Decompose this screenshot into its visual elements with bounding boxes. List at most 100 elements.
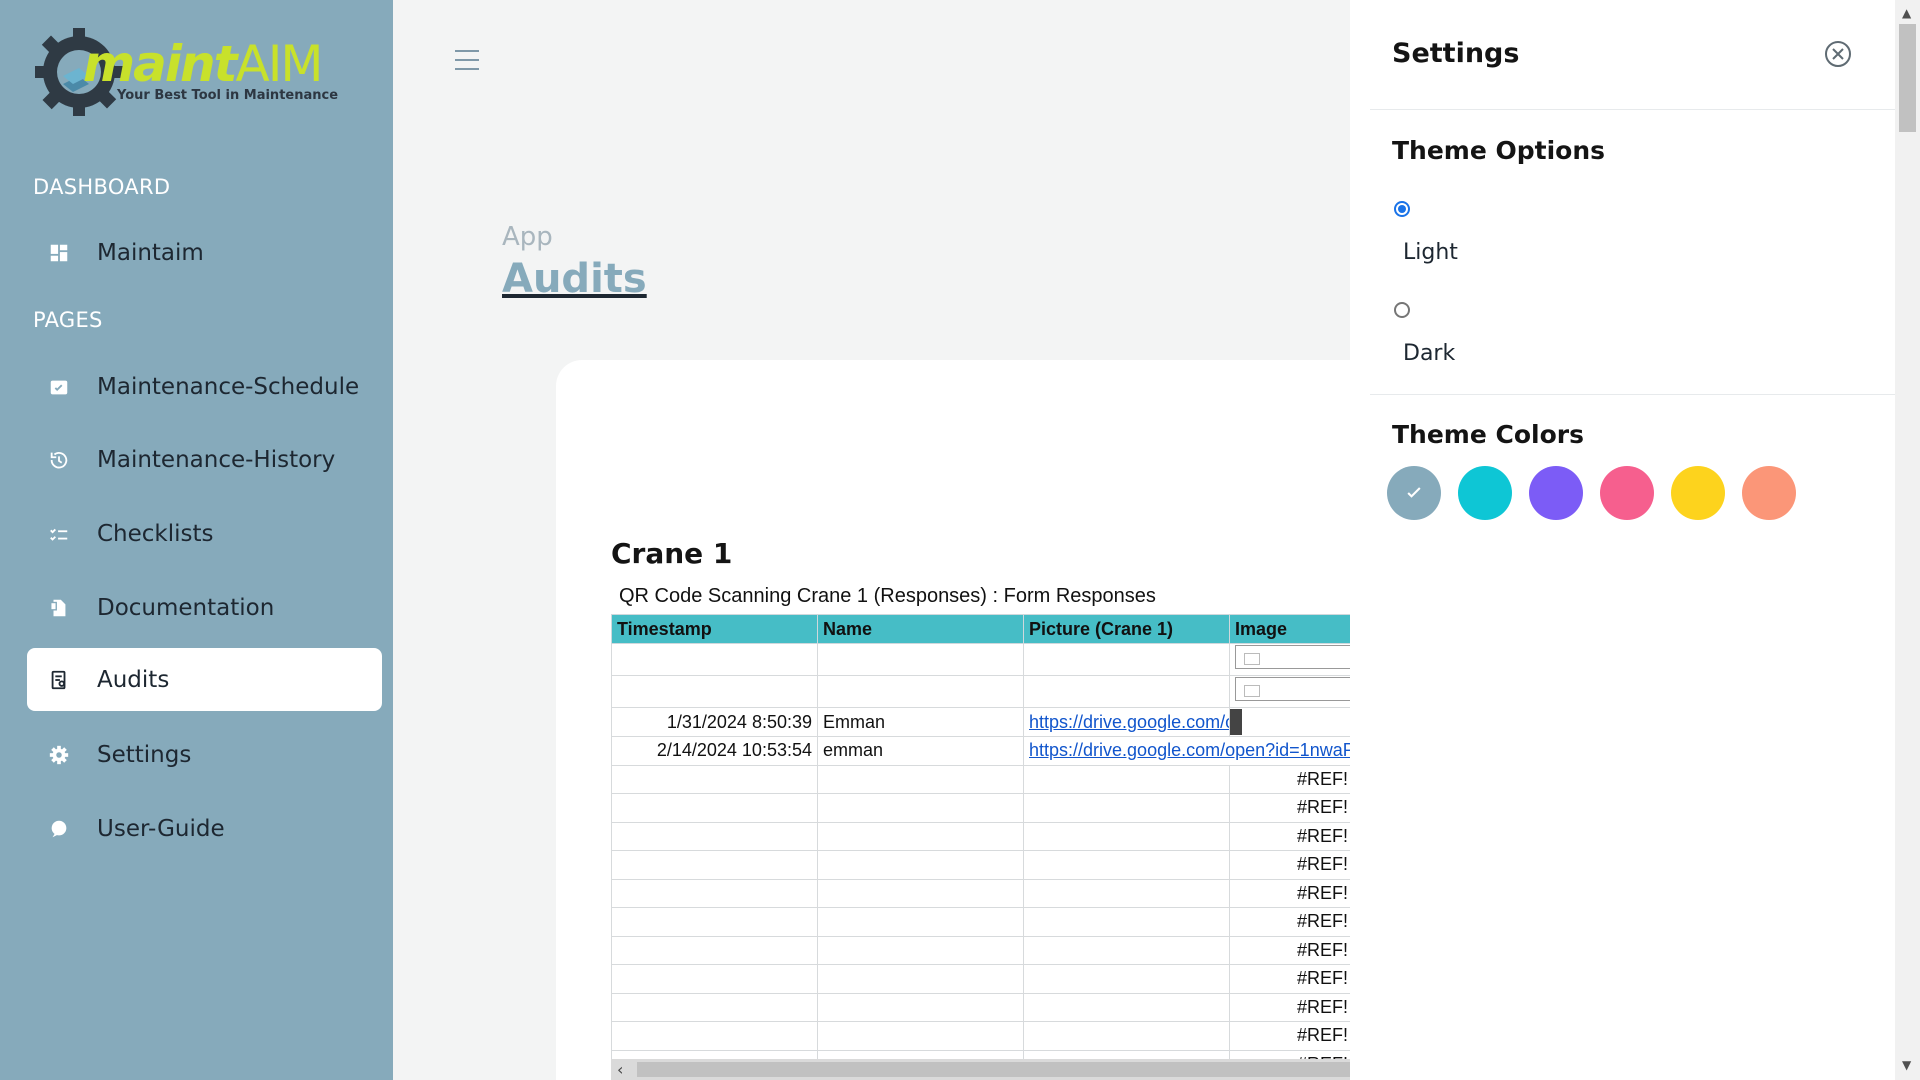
document-icon (47, 596, 71, 620)
image-thumbnail[interactable] (1230, 709, 1242, 735)
embedded-spreadsheet[interactable]: QR Code Scanning Crane 1 (Responses) : F… (611, 580, 1350, 1080)
cell-image (1229, 707, 1350, 737)
broken-image-icon (1235, 677, 1350, 701)
empty-cell (817, 821, 1024, 851)
theme-dark-radio[interactable] (1394, 302, 1410, 318)
empty-cell (1023, 821, 1230, 851)
section-heading: Crane 1 (611, 537, 733, 570)
column-header: Timestamp (611, 614, 818, 644)
empty-cell (1023, 878, 1230, 908)
chat-icon (47, 817, 71, 841)
sidebar-item-audits[interactable]: Audits (27, 648, 382, 711)
settings-panel: Settings Theme Options Light Dark Theme … (1350, 0, 1895, 1080)
cell-picture (1023, 643, 1230, 676)
cell-ref-error: #REF! (1229, 878, 1350, 908)
theme-light-radio[interactable] (1394, 201, 1410, 217)
sidebar-item-label: Documentation (97, 594, 275, 621)
sidebar-item-user-guide[interactable]: User-Guide (27, 797, 382, 860)
cell-picture: https://drive.google.com/open?id= (1023, 707, 1230, 737)
table-row: #REF! (611, 850, 1350, 880)
cell-timestamp: 1/31/2024 8:50:39 (611, 707, 818, 737)
sidebar-item-documentation[interactable]: Documentation (27, 576, 382, 639)
theme-color-swatch[interactable] (1458, 466, 1512, 520)
cell-image (1229, 643, 1350, 676)
scroll-up-icon[interactable]: ▲ (1902, 6, 1911, 20)
cell-ref-error: #REF! (1229, 992, 1350, 1022)
cell-name (817, 643, 1024, 676)
empty-cell (611, 907, 818, 937)
sidebar-item-maintaim[interactable]: Maintaim (27, 221, 382, 284)
scroll-down-icon[interactable]: ▼ (1902, 1058, 1911, 1072)
responses-table: Timestamp Name Picture (Crane 1) Image 1… (611, 614, 1350, 1079)
empty-cell (611, 821, 818, 851)
cell-timestamp (611, 675, 818, 708)
table-row: 2/14/2024 10:53:54 emman https://drive.g… (611, 736, 1350, 766)
theme-color-swatch[interactable] (1742, 466, 1796, 520)
sidebar-item-label: Maintenance-Schedule (97, 373, 360, 400)
table-row: #REF! (611, 992, 1350, 1022)
drive-link[interactable]: https://drive.google.com/open?id= (1029, 712, 1229, 732)
check-icon (1407, 487, 1421, 498)
sheet-caption: QR Code Scanning Crane 1 (Responses) : F… (619, 585, 1156, 607)
sidebar-item-maintenance-schedule[interactable]: Maintenance-Schedule (27, 355, 382, 418)
empty-cell (1023, 907, 1230, 937)
cell-ref-error: #REF! (1229, 793, 1350, 823)
empty-cell (817, 793, 1024, 823)
column-header: Picture (Crane 1) (1023, 614, 1230, 644)
cell-timestamp (611, 643, 818, 676)
empty-cell (1023, 935, 1230, 965)
drive-link[interactable]: https://drive.google.com/open?id=1nwaP (1029, 740, 1350, 760)
section-pages: PAGES (33, 308, 103, 332)
cell-name (817, 675, 1024, 708)
checklist-icon (47, 522, 71, 546)
cell-image (1229, 675, 1350, 708)
empty-cell (611, 935, 818, 965)
empty-cell (1023, 1021, 1230, 1051)
gear-icon (47, 743, 71, 767)
table-row: 1/31/2024 8:50:39 Emman https://drive.go… (611, 707, 1350, 737)
empty-cell (611, 793, 818, 823)
empty-cell (817, 764, 1024, 794)
theme-dark-label[interactable]: Dark (1403, 341, 1455, 366)
empty-cell (1023, 964, 1230, 994)
menu-toggle-icon[interactable] (455, 50, 479, 72)
theme-color-swatch[interactable] (1387, 466, 1441, 520)
empty-cell (611, 964, 818, 994)
sidebar-item-maintenance-history[interactable]: Maintenance-History (27, 428, 382, 491)
page-title[interactable]: Audits (502, 256, 647, 302)
theme-color-swatch[interactable] (1600, 466, 1654, 520)
table-row: #REF! (611, 1021, 1350, 1051)
sidebar-item-label: Audits (97, 666, 170, 693)
table-header-row: Timestamp Name Picture (Crane 1) Image (611, 614, 1350, 644)
theme-light-label[interactable]: Light (1403, 240, 1458, 265)
settings-title: Settings (1392, 38, 1520, 69)
table-row: #REF! (611, 764, 1350, 794)
empty-cell (1023, 850, 1230, 880)
table-row (611, 675, 1350, 708)
empty-cell (817, 1021, 1024, 1051)
theme-colors-heading: Theme Colors (1392, 420, 1584, 449)
sheet-horizontal-scrollbar[interactable]: ‹ (611, 1059, 1350, 1080)
scrollbar-thumb[interactable] (1899, 24, 1916, 132)
maintaim-logo[interactable]: maintAIM Your Best Tool in Maintenance (33, 26, 338, 118)
page-vertical-scrollbar[interactable]: ▲ ▼ (1895, 0, 1920, 1080)
section-dashboard: DASHBOARD (33, 175, 171, 199)
table-row: #REF! (611, 907, 1350, 937)
theme-color-swatch[interactable] (1671, 466, 1725, 520)
close-icon[interactable] (1824, 40, 1852, 68)
empty-cell (817, 964, 1024, 994)
cell-picture (1023, 675, 1230, 708)
scroll-left-icon[interactable]: ‹ (617, 1060, 623, 1079)
sidebar-item-checklists[interactable]: Checklists (27, 502, 382, 565)
column-header: Image (1229, 614, 1350, 644)
empty-cell (611, 1021, 818, 1051)
scrollbar-thumb[interactable] (637, 1062, 1350, 1077)
empty-cell (611, 878, 818, 908)
history-icon (47, 448, 71, 472)
cell-ref-error: #REF! (1229, 907, 1350, 937)
dashboard-icon (47, 241, 71, 265)
theme-color-swatch[interactable] (1529, 466, 1583, 520)
cell-ref-error: #REF! (1229, 964, 1350, 994)
cell-name: Emman (817, 707, 1024, 737)
sidebar-item-settings[interactable]: Settings (27, 723, 382, 786)
